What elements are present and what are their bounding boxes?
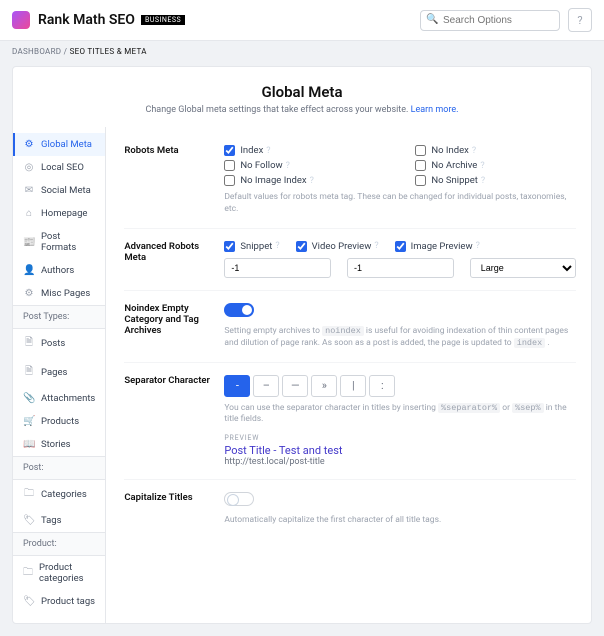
separator-option[interactable]: » [311, 375, 337, 397]
help-icon[interactable]: ? [480, 161, 484, 171]
cb-video-preview[interactable]: Video Preview? [296, 241, 379, 252]
search-wrap: 🔍 [420, 10, 560, 31]
learn-more-link[interactable]: Learn more. [411, 105, 459, 115]
preview-label: Preview [224, 434, 576, 442]
select-image-preview[interactable]: Large [470, 258, 577, 278]
sidebar-item-product-tags[interactable]: 🏷Product tags [13, 590, 105, 613]
separator-option[interactable]: - [224, 375, 250, 397]
toggle-noindex-empty[interactable] [224, 303, 254, 317]
sidebar-item-homepage[interactable]: ⌂Homepage [13, 202, 105, 225]
help-icon[interactable]: ? [472, 146, 476, 156]
cb-no-archive[interactable]: No Archive? [415, 160, 576, 171]
sidebar-item-global-meta[interactable]: ⚙Global Meta [13, 133, 105, 156]
label-capitalize: Capitalize Titles [124, 492, 224, 527]
plan-badge: BUSINESS [141, 15, 185, 25]
sidebar-icon: 🗎 [23, 335, 35, 352]
sidebar-icon: ⚙ [23, 288, 35, 299]
sidebar-icon: 🏷 [23, 596, 35, 607]
sidebar-icon: 📰 [23, 237, 35, 248]
sidebar-item-social-meta[interactable]: ✉Social Meta [13, 179, 105, 202]
label-adv-robots: Advanced Robots Meta [124, 241, 224, 278]
sidebar-icon: 🏷 [23, 515, 35, 526]
sidebar-icon: 👤 [23, 265, 35, 276]
search-input[interactable] [420, 10, 560, 31]
sidebar-icon: 📖 [23, 439, 35, 450]
robots-meta-desc: Default values for robots meta tag. Thes… [224, 192, 576, 216]
noindex-empty-desc: Setting empty archives to noindex is use… [224, 326, 576, 350]
preview-title: Post Title - Test and test [224, 444, 576, 457]
topbar: Rank Math SEO BUSINESS 🔍 ? [0, 0, 604, 41]
row-noindex-empty: Noindex Empty Category and Tag Archives … [124, 291, 576, 363]
sidebar-item-product-categories[interactable]: 🗀Product categories [13, 556, 105, 590]
sidebar-icon: 📎 [23, 393, 35, 404]
help-icon[interactable]: ? [275, 241, 279, 251]
separator-option[interactable]: – [253, 375, 279, 397]
separator-desc: You can use the separator character in t… [224, 403, 576, 427]
sidebar-item-categories[interactable]: 🗀Categories [13, 480, 105, 509]
cb-image-preview[interactable]: Image Preview? [395, 241, 480, 252]
row-adv-robots: Advanced Robots Meta Snippet? Video Prev… [124, 229, 576, 291]
breadcrumb-current: SEO TITLES & META [70, 47, 147, 56]
sidebar-icon: ⌂ [23, 208, 35, 219]
sidebar-item-misc-pages[interactable]: ⚙Misc Pages [13, 282, 105, 305]
row-robots-meta: Robots Meta Index? No Index? No Follow? No … [124, 133, 576, 229]
settings-panel: Global Meta Change Global meta settings … [12, 66, 592, 624]
page-header: Global Meta Change Global meta settings … [13, 67, 591, 127]
app-logo [12, 11, 30, 29]
sidebar-icon: 🛒 [23, 416, 35, 427]
separator-option[interactable]: | [340, 375, 366, 397]
sidebar-item-local-seo[interactable]: ◎Local SEO [13, 156, 105, 179]
main-content: Robots Meta Index? No Index? No Follow? No … [106, 127, 594, 623]
cb-snippet[interactable]: Snippet? [224, 241, 279, 252]
preview-url: http://test.local/post-title [224, 457, 576, 467]
separator-option[interactable]: — [282, 375, 308, 397]
label-noindex-empty: Noindex Empty Category and Tag Archives [124, 303, 224, 350]
capitalize-desc: Automatically capitalize the first chara… [224, 515, 576, 527]
sidebar-icon: 🗀 [23, 565, 33, 582]
breadcrumbs: DASHBOARD / SEO TITLES & META [0, 41, 604, 62]
cb-no-snippet[interactable]: No Snippet? [415, 175, 576, 186]
sidebar-item-tags[interactable]: 🏷Tags [13, 509, 105, 532]
help-icon[interactable]: ? [310, 176, 314, 186]
sidebar-item-authors[interactable]: 👤Authors [13, 259, 105, 282]
input-video-preview[interactable] [347, 258, 454, 278]
help-button[interactable]: ? [568, 8, 592, 32]
help-icon[interactable]: ? [286, 161, 290, 171]
sidebar-item-post-formats[interactable]: 📰Post Formats [13, 225, 105, 259]
sidebar-item-products[interactable]: 🛒Products [13, 410, 105, 433]
sidebar: ⚙Global Meta◎Local SEO✉Social Meta⌂Homep… [13, 127, 106, 623]
help-icon[interactable]: ? [266, 146, 270, 156]
sidebar-item-pages[interactable]: 🗎Pages [13, 358, 105, 387]
help-icon[interactable]: ? [481, 176, 485, 186]
sidebar-icon: 🗎 [23, 364, 35, 381]
app-title: Rank Math SEO [38, 12, 135, 28]
sidebar-item-posts[interactable]: 🗎Posts [13, 329, 105, 358]
label-robots-meta: Robots Meta [124, 145, 224, 216]
row-separator: Separator Character -–—»|: You can use t… [124, 363, 576, 481]
sidebar-icon: ✉ [23, 185, 35, 196]
sidebar-icon: 🗀 [23, 486, 35, 503]
label-separator: Separator Character [124, 375, 224, 468]
sidebar-icon: ◎ [23, 162, 35, 173]
page-title: Global Meta [25, 83, 579, 101]
sidebar-group: Post Types: [13, 305, 105, 329]
sidebar-item-stories[interactable]: 📖Stories [13, 433, 105, 456]
sidebar-icon: ⚙ [23, 139, 35, 150]
sidebar-group: Post: [13, 456, 105, 480]
help-icon[interactable]: ? [374, 241, 378, 251]
cb-no-follow[interactable]: No Follow? [224, 160, 385, 171]
breadcrumb-root[interactable]: DASHBOARD [12, 47, 61, 56]
page-subtitle: Change Global meta settings that take ef… [25, 105, 579, 115]
sidebar-item-attachments[interactable]: 📎Attachments [13, 387, 105, 410]
separator-option[interactable]: : [369, 375, 395, 397]
cb-no-image-index[interactable]: No Image Index? [224, 175, 385, 186]
cb-index[interactable]: Index? [224, 145, 385, 156]
input-snippet[interactable] [224, 258, 331, 278]
search-icon: 🔍 [426, 14, 438, 25]
help-icon[interactable]: ? [476, 241, 480, 251]
cb-no-index[interactable]: No Index? [415, 145, 576, 156]
row-capitalize: Capitalize Titles Automatically capitali… [124, 480, 576, 539]
toggle-capitalize[interactable] [224, 492, 254, 506]
sidebar-group: Product: [13, 532, 105, 556]
